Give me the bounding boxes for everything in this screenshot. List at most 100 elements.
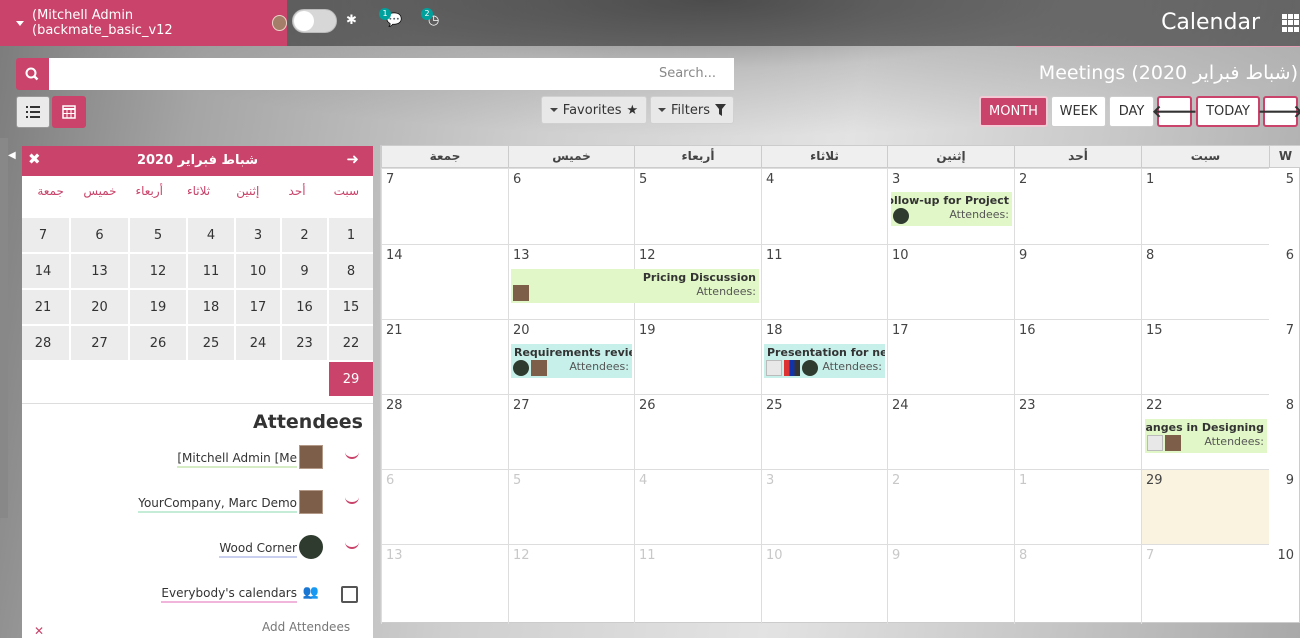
mini-calendar-day[interactable]: 16 — [282, 290, 327, 324]
mini-calendar-day[interactable]: 6 — [71, 218, 128, 252]
calendar-view-button[interactable] — [52, 96, 86, 128]
mini-calendar-day[interactable]: 4 — [188, 218, 234, 252]
calendar-day-cell[interactable]: 24 — [887, 394, 1014, 469]
mini-calendar-day[interactable]: 7 — [22, 218, 69, 252]
mini-calendar-day[interactable]: 28 — [22, 326, 69, 360]
calendar-day-cell[interactable]: 6 — [381, 469, 508, 544]
calendar-day-cell[interactable]: 3 — [761, 469, 887, 544]
mini-calendar-day[interactable]: 17 — [236, 290, 280, 324]
calendar-day-cell[interactable]: 16 — [1014, 319, 1141, 394]
calendar-day-cell[interactable]: 1 — [1014, 469, 1141, 544]
apps-menu-icon[interactable] — [1282, 14, 1300, 32]
remove-attendee-icon[interactable] — [345, 449, 359, 459]
calendar-event[interactable]: Pricing Discussion Attendees: — [511, 269, 759, 303]
add-attendees-input[interactable]: Add Attendees — [262, 620, 350, 634]
calendar-day-cell[interactable]: 8 — [1141, 244, 1269, 319]
calendar-day-cell[interactable]: 7 — [381, 168, 508, 244]
previous-button[interactable]: 🡐 — [1152, 96, 1197, 127]
calendar-day-cell[interactable]: 15 — [1141, 319, 1269, 394]
mini-calendar-day[interactable]: 12 — [130, 254, 186, 288]
calendar-day-cell[interactable]: 23 — [1014, 394, 1141, 469]
attendee-row[interactable]: Wood Corner — [22, 535, 373, 565]
filters-button[interactable]: Filters — [650, 96, 734, 124]
next-button[interactable]: 🡒 — [1258, 96, 1300, 127]
calendar-day-cell[interactable]: 28 — [381, 394, 508, 469]
calendar-event[interactable]: Presentation for new Attendees: — [764, 344, 885, 378]
mini-calendar-day[interactable]: 13 — [71, 254, 128, 288]
calendar-day-cell[interactable]: 10 — [887, 244, 1014, 319]
calendar-day-cell[interactable]: 17 — [887, 319, 1014, 394]
calendar-day-cell[interactable]: 11 — [761, 244, 887, 319]
calendar-day-cell[interactable]: 19 — [634, 319, 761, 394]
bug-icon[interactable]: ✱ — [346, 13, 357, 28]
calendar-event[interactable]: Requirements reviewAttendees: — [511, 344, 632, 378]
favorites-button[interactable]: Favorites ★ — [541, 96, 647, 124]
mini-calendar-day[interactable]: 23 — [282, 326, 327, 360]
mini-calendar-day[interactable]: 2 — [282, 218, 327, 252]
mini-calendar-day[interactable]: 18 — [188, 290, 234, 324]
mini-calendar-day[interactable]: 8 — [329, 254, 373, 288]
mini-calendar-day[interactable]: 19 — [130, 290, 186, 324]
mini-calendar-day[interactable]: 10 — [236, 254, 280, 288]
month-scale-button[interactable]: MONTH — [979, 96, 1048, 127]
calendar-day-cell[interactable]: 5 — [508, 469, 634, 544]
remove-attendee-icon[interactable] — [345, 539, 359, 549]
mini-calendar-day[interactable]: 9 — [282, 254, 327, 288]
attendee-row[interactable]: Everybody's calendars 👥 — [22, 580, 373, 610]
calendar-day-cell[interactable]: 26 — [634, 394, 761, 469]
user-menu[interactable]: (Mitchell Admin (backmate_basic_v12 — [0, 0, 287, 46]
list-view-button[interactable] — [16, 96, 50, 128]
calendar-day-cell[interactable]: 8 — [1014, 544, 1141, 624]
mini-calendar-day[interactable]: 5 — [130, 218, 186, 252]
calendar-day-cell[interactable]: 2 — [1014, 168, 1141, 244]
close-icon[interactable]: ✕ — [34, 624, 44, 638]
mini-calendar-day[interactable]: 1 — [329, 218, 373, 252]
collapse-sidebar-icon[interactable]: ◀ — [8, 150, 16, 161]
mini-calendar-day[interactable]: 26 — [130, 326, 186, 360]
attendee-row[interactable]: [Mitchell Admin [Me — [22, 445, 373, 475]
mini-calendar-day[interactable]: 22 — [329, 326, 373, 360]
mini-calendar-day[interactable]: 14 — [22, 254, 69, 288]
calendar-day-cell[interactable]: 9 — [1014, 244, 1141, 319]
mini-calendar-day[interactable]: 24 — [236, 326, 280, 360]
search-input[interactable]: Search... — [49, 58, 734, 90]
calendar-day-cell[interactable]: 14 — [381, 244, 508, 319]
calendar-day-cell[interactable]: 4 — [634, 469, 761, 544]
calendar-day-cell[interactable]: 1 — [1141, 168, 1269, 244]
chat-icon[interactable]: 1 💬 — [379, 8, 402, 28]
calendar-day-cell[interactable]: 10 — [761, 544, 887, 624]
day-scale-button[interactable]: DAY — [1109, 96, 1154, 127]
calendar-day-cell[interactable]: 29 — [1141, 469, 1269, 544]
mini-calendar-day[interactable]: 15 — [329, 290, 373, 324]
calendar-event[interactable]: Changes in DesigningAttendees: — [1145, 419, 1267, 453]
calendar-day-cell[interactable]: 21 — [381, 319, 508, 394]
calendar-day-cell[interactable]: 5 — [634, 168, 761, 244]
calendar-day-cell[interactable]: 6 — [508, 168, 634, 244]
week-scale-button[interactable]: WEEK — [1051, 96, 1106, 127]
debug-toggle[interactable] — [292, 9, 337, 33]
calendar-day-cell[interactable]: 11 — [634, 544, 761, 624]
calendar-day-cell[interactable]: 2 — [887, 469, 1014, 544]
attendee-row[interactable]: YourCompany, Marc Demo — [22, 490, 373, 520]
arrow-right-icon[interactable]: ➜ — [346, 150, 359, 168]
today-button[interactable]: TODAY — [1196, 96, 1260, 127]
calendar-day-cell[interactable]: 9 — [887, 544, 1014, 624]
everybody-checkbox[interactable] — [341, 586, 358, 603]
calendar-day-cell[interactable]: 7 — [1141, 544, 1269, 624]
mini-calendar-day[interactable]: 3 — [236, 218, 280, 252]
calendar-day-cell[interactable]: 25 — [761, 394, 887, 469]
search-button[interactable] — [16, 58, 49, 90]
calendar-day-cell[interactable]: 12 — [508, 544, 634, 624]
remove-attendee-icon[interactable] — [345, 494, 359, 504]
mini-calendar-day[interactable]: 11 — [188, 254, 234, 288]
calendar-day-cell[interactable]: 13 — [381, 544, 508, 624]
calendar-event[interactable]: Follow-up for Project Attendees: — [891, 192, 1012, 226]
calendar-day-cell[interactable]: 27 — [508, 394, 634, 469]
scrollbar[interactable] — [0, 138, 8, 518]
mini-calendar-day[interactable]: 20 — [71, 290, 128, 324]
calendar-day-cell[interactable]: 4 — [761, 168, 887, 244]
mini-calendar-day[interactable]: 25 — [188, 326, 234, 360]
activity-icon[interactable]: 2 ◷ — [421, 8, 439, 28]
mini-calendar-day[interactable]: 21 — [22, 290, 69, 324]
mini-calendar-day[interactable]: 27 — [71, 326, 128, 360]
